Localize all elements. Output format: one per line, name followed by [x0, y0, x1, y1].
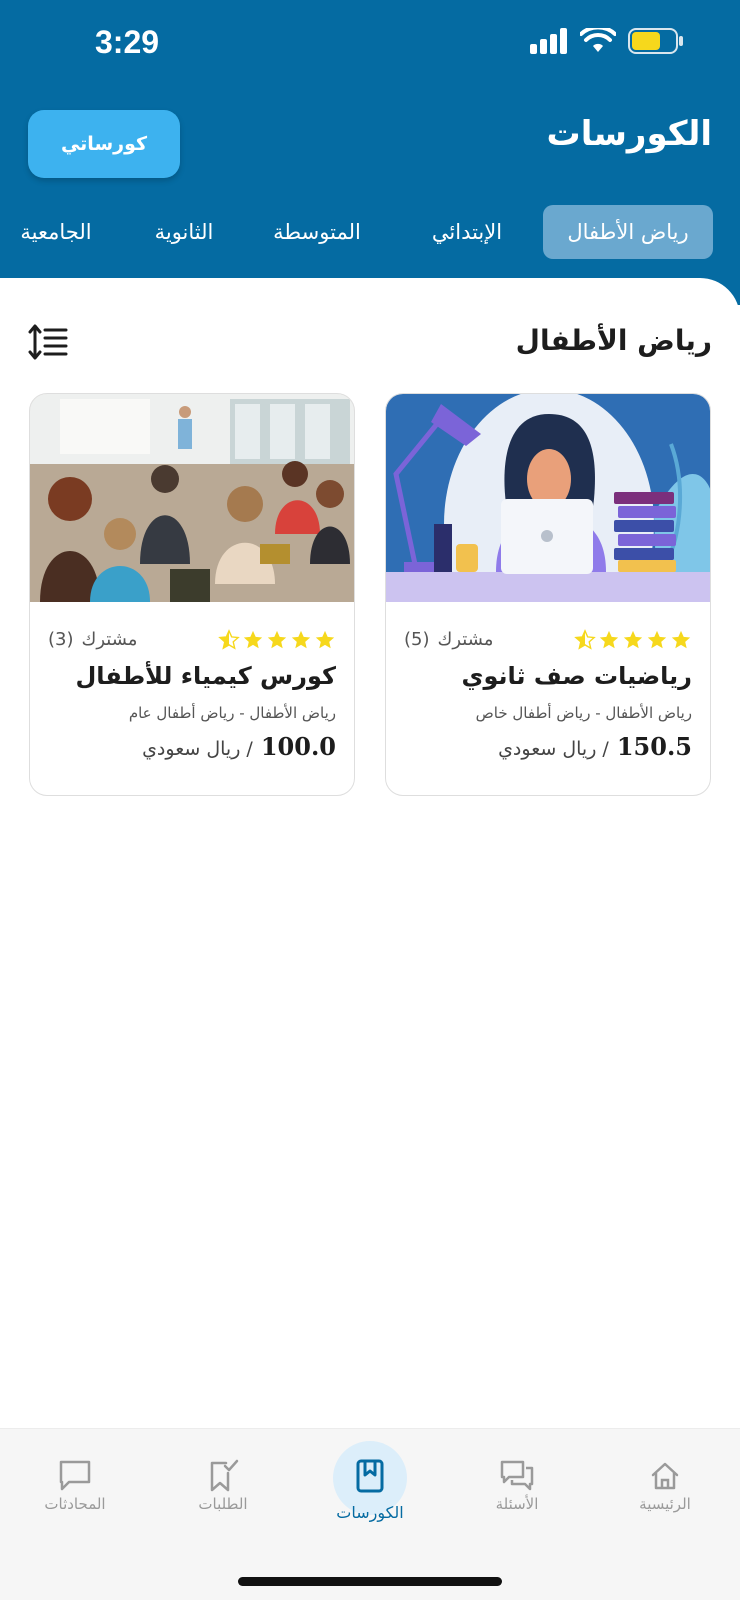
- nav-item-courses[interactable]: الكورسات: [300, 1429, 440, 1539]
- star-icon: [647, 630, 667, 649]
- nav-item-home[interactable]: الرئيسية: [595, 1429, 735, 1539]
- nav-label: الكورسات: [336, 1503, 404, 1522]
- subscribers-count: (5): [404, 629, 430, 650]
- price-row: 150.5 / ريال سعودي: [498, 732, 692, 761]
- course-title: كورس كيمياء للأطفال: [75, 662, 336, 690]
- education-level-tabs: رياض الأطفال الإبتدائي المتوسطة الثانوية…: [0, 205, 740, 259]
- subscribers: مشترك (5): [404, 629, 493, 650]
- price-row: 100.0 / ريال سعودي: [142, 732, 336, 761]
- app-header: 3:29 الكورسات كورساتي رياض الأطفال الإبت…: [0, 0, 740, 305]
- tab-secondary[interactable]: الثانوية: [134, 205, 234, 259]
- subscribers-label: مشترك: [437, 629, 494, 650]
- nav-label: الرئيسية: [639, 1495, 691, 1513]
- course-price: 100.0: [260, 732, 336, 761]
- star-icon: [243, 630, 263, 649]
- rating-stars: [574, 629, 692, 651]
- star-icon: [315, 630, 335, 649]
- tab-primary[interactable]: الإبتدائي: [412, 205, 522, 259]
- nav-item-chats[interactable]: المحادثات: [5, 1429, 145, 1539]
- home-indicator: [238, 1577, 502, 1586]
- currency-label: / ريال سعودي: [498, 738, 609, 760]
- chat-icon: [59, 1460, 91, 1491]
- book-icon: [356, 1459, 384, 1493]
- nav-item-questions[interactable]: الأسئلة: [447, 1429, 587, 1539]
- sort-icon[interactable]: [28, 324, 68, 360]
- my-courses-button[interactable]: كورساتي: [28, 110, 180, 178]
- rating-row: مشترك (3): [48, 629, 336, 657]
- nav-label: الأسئلة: [495, 1495, 539, 1513]
- course-category: رياض الأطفال - رياض أطفال عام: [128, 704, 336, 722]
- star-icon: [267, 630, 287, 649]
- subscribers: مشترك (3): [48, 629, 137, 650]
- rating-row: مشترك (5): [404, 629, 692, 657]
- course-title: رياضيات صف ثانوي: [461, 662, 692, 690]
- subscribers-label: مشترك: [81, 629, 138, 650]
- course-category: رياض الأطفال - رياض أطفال خاص: [475, 704, 692, 722]
- course-price: 150.5: [616, 732, 692, 761]
- page-title: الكورسات: [546, 114, 712, 154]
- star-icon: [671, 630, 691, 649]
- star-icon: [599, 630, 619, 649]
- course-image-woman-laptop: [386, 394, 710, 602]
- cellular-signal-icon: [530, 28, 567, 54]
- home-icon: [651, 1462, 679, 1490]
- battery-icon: [628, 28, 683, 54]
- status-time: 3:29: [95, 24, 160, 60]
- star-half-icon: [218, 629, 240, 650]
- content-sheet: رياض الأطفال مشترك (5) رياضيات صف ثانوي …: [0, 278, 740, 1428]
- rating-stars: [218, 629, 336, 651]
- wifi-icon: [580, 28, 616, 52]
- tab-intermediate[interactable]: المتوسطة: [262, 205, 372, 259]
- course-card[interactable]: مشترك (5) رياضيات صف ثانوي رياض الأطفال …: [385, 393, 711, 796]
- star-icon: [623, 630, 643, 649]
- requests-icon: [210, 1459, 239, 1492]
- status-icons: [530, 28, 684, 54]
- subscribers-count: (3): [48, 629, 74, 650]
- tab-university[interactable]: الجامعية: [6, 205, 106, 259]
- nav-label: الطلبات: [198, 1495, 248, 1513]
- course-image-classroom: [30, 394, 354, 602]
- star-half-icon: [574, 629, 596, 650]
- star-icon: [291, 630, 311, 649]
- bottom-navigation: الرئيسية الأسئلة الكورسات الطلبات المحاد…: [0, 1428, 740, 1600]
- nav-item-requests[interactable]: الطلبات: [153, 1429, 293, 1539]
- course-card[interactable]: مشترك (3) كورس كيمياء للأطفال رياض الأطف…: [29, 393, 355, 796]
- nav-label: المحادثات: [44, 1495, 106, 1513]
- currency-label: / ريال سعودي: [142, 738, 253, 760]
- section-title: رياض الأطفال: [515, 324, 712, 357]
- questions-icon: [500, 1460, 534, 1491]
- tab-kindergarten[interactable]: رياض الأطفال: [543, 205, 713, 259]
